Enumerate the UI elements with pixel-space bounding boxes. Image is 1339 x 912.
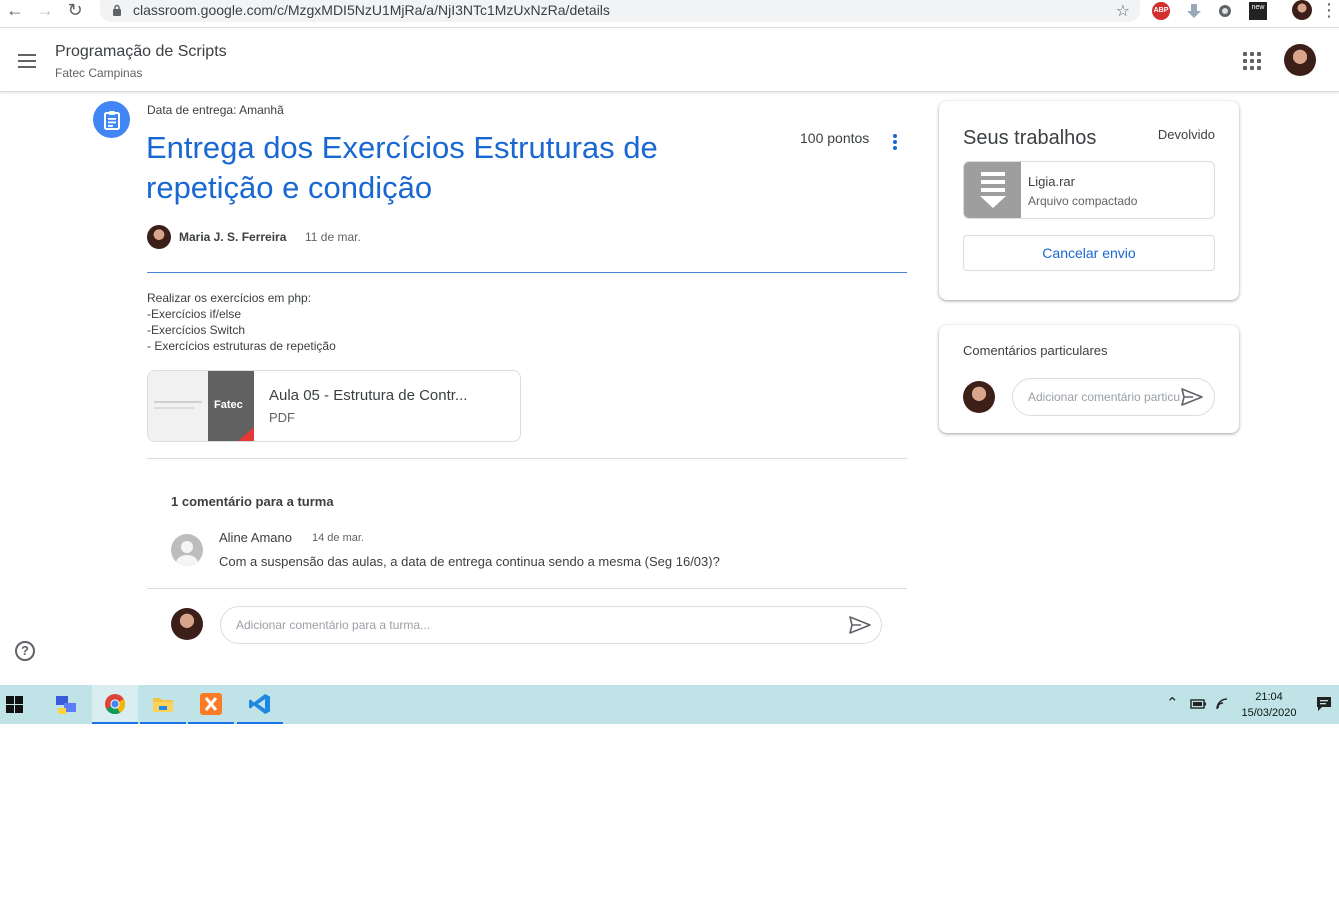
class-comments-count[interactable]: 1 comentário para a turma [171,494,334,509]
author-avatar [147,225,171,249]
new-tab-extension-icon[interactable]: new [1249,2,1267,20]
comment-author: Aline Amano [219,530,292,545]
url-text: classroom.google.com/c/MzgxMDI5NzU1MjRa/… [133,2,610,18]
menu-icon[interactable] [18,54,36,72]
commenter-avatar [171,534,203,566]
apps-icon[interactable] [1243,52,1261,70]
vscode-icon[interactable] [237,685,283,724]
my-avatar [171,608,203,640]
browser-toolbar: ← → ↻ classroom.google.com/c/MzgxMDI5NzU… [0,0,1339,28]
windows-start-icon[interactable] [6,696,23,713]
due-date: Data de entrega: Amanhã [147,103,284,117]
adblock-icon[interactable]: ABP [1152,2,1170,20]
private-comments-title: Comentários particulares [963,343,1108,358]
class-name[interactable]: Programação de Scripts [55,43,227,61]
your-work-title: Seus trabalhos [963,127,1097,149]
section-divider [147,458,907,459]
back-icon[interactable]: ← [2,0,28,20]
address-bar[interactable]: classroom.google.com/c/MzgxMDI5NzU1MjRa/… [100,0,1140,22]
title-divider [147,272,907,273]
reload-icon[interactable]: ↻ [62,0,88,20]
forward-icon[interactable]: → [32,0,58,20]
clock-time: 21:04 [1255,691,1283,703]
send-icon[interactable] [1181,388,1203,406]
help-icon[interactable]: ? [15,641,35,661]
system-clock[interactable]: 21:04 15/03/2020 [1240,689,1298,721]
description-line: -Exercícios if/else [147,307,242,321]
class-section: Fatec Campinas [55,66,143,80]
chevron-up-icon[interactable]: ⌃ [1166,694,1179,712]
comment-date: 14 de mar. [312,532,364,544]
comment-divider [147,588,907,589]
send-icon[interactable] [849,616,871,634]
description-line: - Exercícios estruturas de repetição [147,339,336,353]
submitted-file[interactable]: Ligia.rar Arquivo compactado [963,161,1215,219]
more-vert-icon[interactable] [891,134,899,152]
comment-text: Com a suspensão das aulas, a data de ent… [219,554,720,569]
class-comment-placeholder: Adicionar comentário para a turma... [236,618,431,632]
notifications-icon[interactable] [1316,696,1332,712]
account-avatar[interactable] [1284,44,1316,76]
browser-profile-avatar[interactable] [1292,0,1312,20]
thumbnail-logo-text: Fatec [214,399,243,411]
private-comment-input[interactable]: Adicionar comentário particular... [1012,378,1215,416]
private-comment-placeholder: Adicionar comentário particular... [1028,390,1203,404]
description-line: -Exercícios Switch [147,323,246,337]
browser-menu-icon[interactable]: ⋮ [1320,0,1338,20]
battery-icon[interactable] [1189,697,1207,711]
assignment-title: Entrega dos Exercícios Estruturas de rep… [146,130,658,205]
description-line: Realizar os exercícios em php: [147,291,312,305]
lock-icon [113,4,121,16]
download-icon[interactable] [1185,2,1203,20]
attachment-card[interactable]: Fatec Aula 05 - Estrutura de Contr... PD… [147,370,521,442]
extension-circle-icon[interactable] [1216,2,1234,20]
file-explorer-icon[interactable] [140,685,186,724]
cancel-submission-button[interactable]: Cancelar envio [963,235,1215,271]
class-comment-input[interactable]: Adicionar comentário para a turma... [220,606,882,644]
assignment-points: 100 pontos [800,130,870,146]
network-app-icon[interactable] [43,685,89,724]
private-comments-card: Comentários particulares Adicionar comen… [939,325,1239,433]
xampp-icon[interactable] [188,685,234,724]
your-work-card: Seus trabalhos Devolvido Ligia.rar Arqui… [939,101,1239,300]
post-date: 11 de mar. [305,230,361,244]
wifi-icon[interactable] [1215,697,1231,711]
star-icon[interactable]: ☆ [1116,1,1130,21]
archive-file-icon [964,162,1021,218]
clock-date: 15/03/2020 [1241,707,1297,719]
assignment-description: Realizar os exercícios em php: -Exercíci… [147,290,336,354]
classroom-header: Programação de Scripts Fatec Campinas [0,28,1339,92]
my-avatar [963,381,995,413]
chrome-icon[interactable] [92,685,138,724]
assignment-icon [93,101,130,138]
file-name: Ligia.rar [1028,174,1075,189]
attachment-thumbnail: Fatec [148,371,254,441]
attachment-type: PDF [269,410,295,425]
windows-taskbar: ⌃ 21:04 15/03/2020 [0,685,1339,724]
attachment-name[interactable]: Aula 05 - Estrutura de Contr... [269,387,467,404]
work-status: Devolvido [1157,127,1215,142]
author-name: Maria J. S. Ferreira [179,230,287,244]
file-type: Arquivo compactado [1028,194,1138,208]
